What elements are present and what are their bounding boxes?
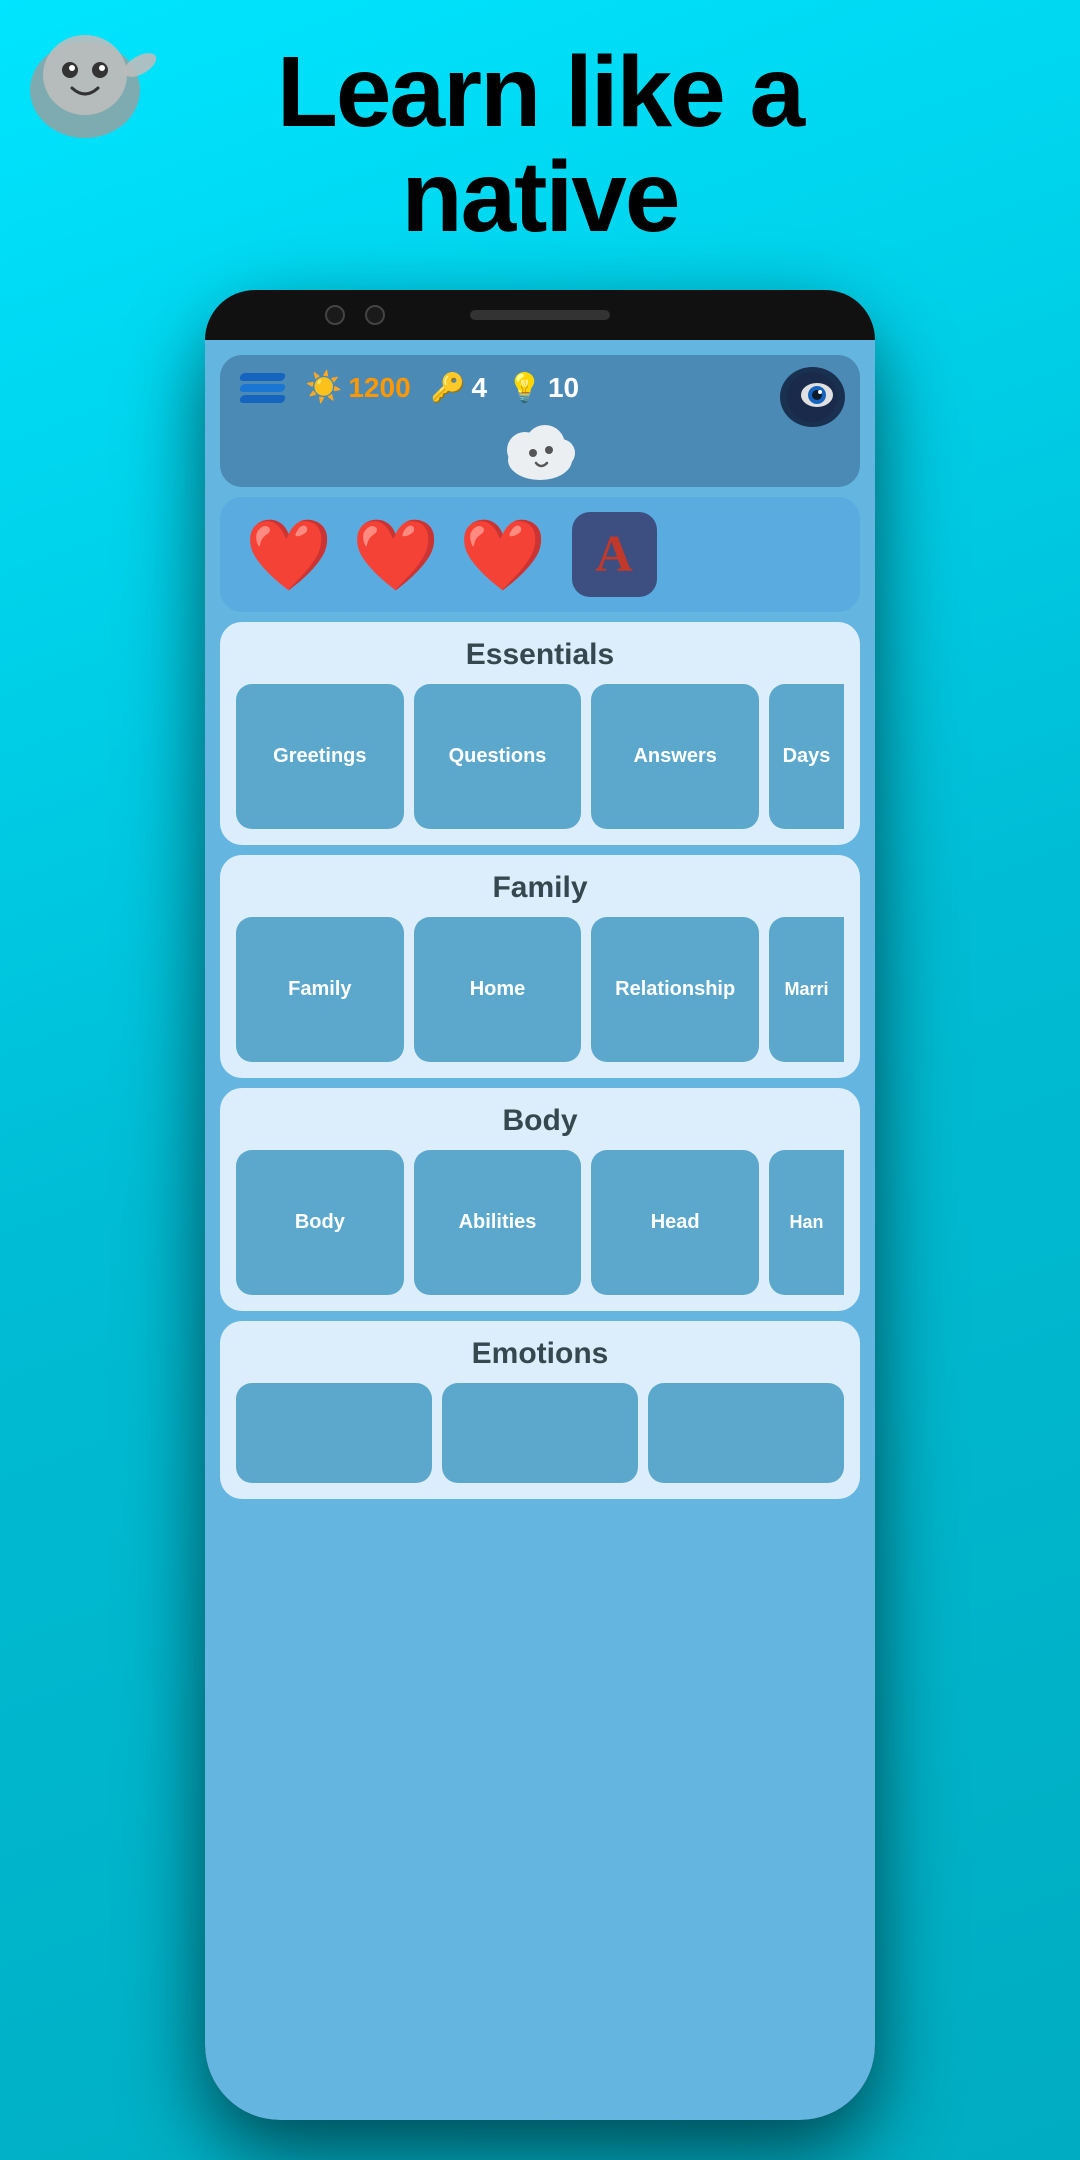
lives-row: ❤️ ❤️ ❤️ A (220, 497, 860, 612)
essentials-title: Essentials (236, 638, 844, 672)
nav-arrows[interactable] (240, 373, 285, 403)
topic-tile-marriage-partial[interactable]: Marri (769, 917, 844, 1062)
family-title: Family (236, 871, 844, 905)
body-title: Body (236, 1104, 844, 1138)
hands-label-partial: Han (785, 1207, 829, 1238)
emotions-title: Emotions (236, 1337, 844, 1371)
head-label: Head (643, 1203, 708, 1242)
questions-label: Questions (441, 737, 555, 776)
marriage-label-partial: Marri (780, 974, 834, 1005)
mascot-top-left (20, 20, 160, 150)
topic-tile-home[interactable]: Home (414, 917, 582, 1062)
relationship-label: Relationship (607, 970, 743, 1009)
topic-tile-emotion-1[interactable] (236, 1383, 432, 1483)
abilities-label: Abilities (451, 1203, 545, 1242)
phone-camera-right (365, 305, 385, 325)
body-label: Body (287, 1203, 353, 1242)
coins-stat: ☀️ 1200 (305, 370, 411, 405)
topic-tile-head[interactable]: Head (591, 1150, 759, 1295)
topic-tile-relationship[interactable]: Relationship (591, 917, 759, 1062)
topic-tile-greetings[interactable]: Greetings (236, 684, 404, 829)
hints-value: 10 (548, 372, 579, 404)
topic-tile-family[interactable]: Family (236, 917, 404, 1062)
heart-1: ❤️ (245, 520, 332, 590)
topic-tile-abilities[interactable]: Abilities (414, 1150, 582, 1295)
hint-icon: 💡 (507, 371, 542, 404)
section-family: Family Family Home Relationship Marri (220, 855, 860, 1078)
phone-camera-left (325, 305, 345, 325)
eye-button[interactable] (780, 367, 845, 427)
heart-3: ❤️ (459, 520, 546, 590)
keys-stat: 🔑 4 (431, 371, 487, 404)
section-emotions: Emotions (220, 1321, 860, 1499)
phone-top-bar (205, 290, 875, 340)
cloud-mascot (503, 415, 578, 475)
greetings-label: Greetings (265, 737, 374, 776)
topic-tile-body[interactable]: Body (236, 1150, 404, 1295)
topic-tile-answers[interactable]: Answers (591, 684, 759, 829)
letter-badge[interactable]: A (572, 512, 657, 597)
home-label: Home (462, 970, 534, 1009)
coins-value: 1200 (348, 372, 410, 404)
family-label: Family (280, 970, 359, 1009)
phone-screen: ☀️ 1200 🔑 4 💡 10 (205, 340, 875, 2120)
hints-stat: 💡 10 (507, 371, 579, 404)
key-icon: 🔑 (431, 371, 466, 404)
topic-tile-emotion-2[interactable] (442, 1383, 638, 1483)
keys-value: 4 (472, 372, 488, 404)
heart-2: ❤️ (352, 520, 439, 590)
sun-icon: ☀️ (305, 370, 342, 405)
headline: Learn like a native (0, 0, 1080, 250)
topic-tile-questions[interactable]: Questions (414, 684, 582, 829)
stats-row: ☀️ 1200 🔑 4 💡 10 (240, 370, 840, 405)
headline-line1: Learn like a (277, 36, 803, 148)
topic-tile-emotion-3[interactable] (648, 1383, 844, 1483)
answers-label: Answers (625, 737, 724, 776)
topic-tile-days-partial[interactable]: Days (769, 684, 844, 829)
app-header-card: ☀️ 1200 🔑 4 💡 10 (220, 355, 860, 487)
phone-frame: ☀️ 1200 🔑 4 💡 10 (205, 290, 875, 2120)
eye-icon (785, 370, 840, 425)
days-label: Days (778, 740, 836, 773)
section-essentials: Essentials Greetings Questions Answers D… (220, 622, 860, 845)
topic-tile-hands-partial[interactable]: Han (769, 1150, 844, 1295)
phone-speaker (470, 310, 610, 320)
section-body: Body Body Abilities Head Han (220, 1088, 860, 1311)
headline-line2: native (401, 141, 678, 253)
